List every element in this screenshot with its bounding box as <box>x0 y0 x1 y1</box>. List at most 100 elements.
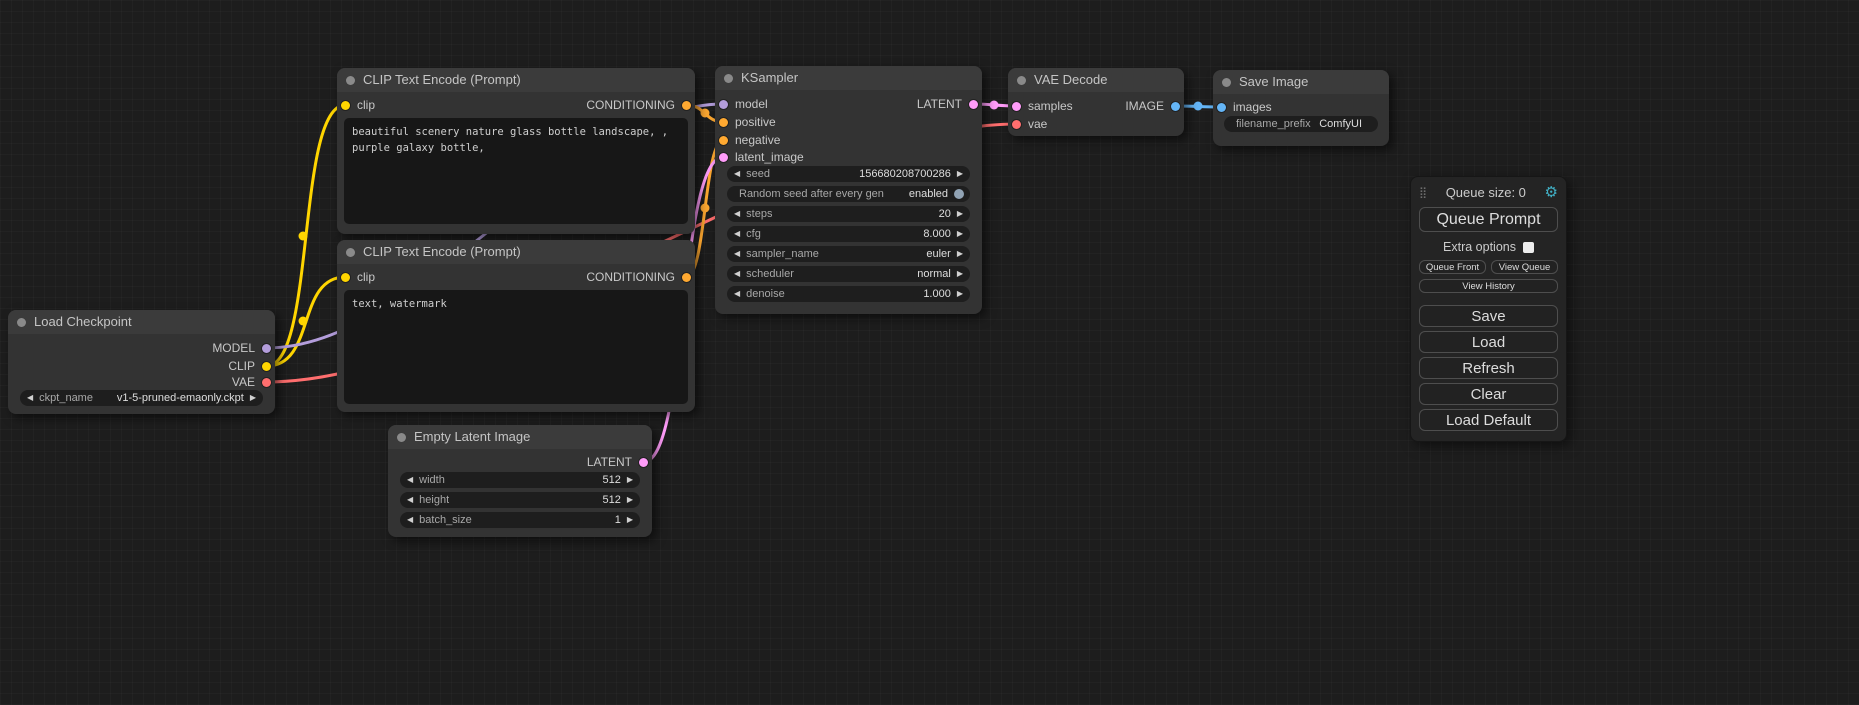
conditioning-slot-dot[interactable] <box>682 101 691 110</box>
node-collapse-dot[interactable] <box>397 433 406 442</box>
increment-arrow-icon[interactable]: ▶ <box>627 496 633 504</box>
widget-random-seed-toggle[interactable]: Random seed after every gen enabled <box>727 186 970 202</box>
node-titlebar[interactable]: CLIP Text Encode (Prompt) <box>337 240 695 264</box>
increment-arrow-icon[interactable]: ▶ <box>627 516 633 524</box>
increment-arrow-icon[interactable]: ▶ <box>957 230 963 238</box>
widget-seed[interactable]: ◀ seed 156680208700286 ▶ <box>727 166 970 182</box>
widget-steps[interactable]: ◀ steps 20 ▶ <box>727 206 970 222</box>
clip-slot-dot[interactable] <box>341 273 350 282</box>
image-slot-dot[interactable] <box>1171 102 1180 111</box>
increment-arrow-icon[interactable]: ▶ <box>957 270 963 278</box>
input-slot-images[interactable]: images <box>1217 100 1272 114</box>
node-collapse-dot[interactable] <box>1017 76 1026 85</box>
input-slot-clip[interactable]: clip <box>341 98 375 112</box>
input-slot-samples[interactable]: samples <box>1012 99 1073 113</box>
output-slot-conditioning[interactable]: CONDITIONING <box>586 270 691 284</box>
input-slot-model[interactable]: model <box>719 97 768 111</box>
node-collapse-dot[interactable] <box>346 76 355 85</box>
input-slot-latent-image[interactable]: latent_image <box>719 150 804 164</box>
view-history-button[interactable]: View History <box>1419 279 1558 293</box>
wire-midpoint-dot[interactable] <box>990 101 999 110</box>
load-button[interactable]: Load <box>1419 331 1558 353</box>
decrement-arrow-icon[interactable]: ◀ <box>407 496 413 504</box>
clip-slot-dot[interactable] <box>341 101 350 110</box>
increment-arrow-icon[interactable]: ▶ <box>250 394 256 402</box>
model-slot-dot[interactable] <box>262 344 271 353</box>
widget-width[interactable]: ◀ width 512 ▶ <box>400 472 640 488</box>
node-collapse-dot[interactable] <box>17 318 26 327</box>
model-slot-dot[interactable] <box>719 100 728 109</box>
increment-arrow-icon[interactable]: ▶ <box>957 210 963 218</box>
output-slot-image[interactable]: IMAGE <box>1125 99 1180 113</box>
widget-denoise[interactable]: ◀ denoise 1.000 ▶ <box>727 286 970 302</box>
output-slot-latent[interactable]: LATENT <box>587 455 648 469</box>
toggle-dot-icon[interactable] <box>954 189 964 199</box>
node-clip-text-encode-positive[interactable]: CLIP Text Encode (Prompt) clip CONDITION… <box>337 68 695 234</box>
increment-arrow-icon[interactable]: ▶ <box>957 290 963 298</box>
conditioning-slot-dot[interactable] <box>682 273 691 282</box>
node-titlebar[interactable]: Save Image <box>1213 70 1389 94</box>
increment-arrow-icon[interactable]: ▶ <box>957 250 963 258</box>
decrement-arrow-icon[interactable]: ◀ <box>734 250 740 258</box>
clear-button[interactable]: Clear <box>1419 383 1558 405</box>
node-collapse-dot[interactable] <box>724 74 733 83</box>
widget-scheduler[interactable]: ◀ scheduler normal ▶ <box>727 266 970 282</box>
node-titlebar[interactable]: CLIP Text Encode (Prompt) <box>337 68 695 92</box>
extra-options-checkbox[interactable] <box>1523 242 1534 253</box>
node-titlebar[interactable]: KSampler <box>715 66 982 90</box>
widget-sampler-name[interactable]: ◀ sampler_name euler ▶ <box>727 246 970 262</box>
queue-prompt-button[interactable]: Queue Prompt <box>1419 207 1558 232</box>
node-titlebar[interactable]: Empty Latent Image <box>388 425 652 449</box>
save-button[interactable]: Save <box>1419 305 1558 327</box>
widget-cfg[interactable]: ◀ cfg 8.000 ▶ <box>727 226 970 242</box>
image-slot-dot[interactable] <box>1217 103 1226 112</box>
wire-midpoint-dot[interactable] <box>701 109 710 118</box>
settings-gear-icon[interactable]: ⚙ <box>1545 183 1558 201</box>
conditioning-slot-dot[interactable] <box>719 118 728 127</box>
increment-arrow-icon[interactable]: ▶ <box>957 170 963 178</box>
output-slot-vae[interactable]: VAE <box>232 375 271 389</box>
refresh-button[interactable]: Refresh <box>1419 357 1558 379</box>
increment-arrow-icon[interactable]: ▶ <box>627 476 633 484</box>
input-slot-negative[interactable]: negative <box>719 133 780 147</box>
decrement-arrow-icon[interactable]: ◀ <box>734 210 740 218</box>
drag-handle-icon[interactable]: ⣿ <box>1419 186 1427 199</box>
clip-slot-dot[interactable] <box>262 362 271 371</box>
decrement-arrow-icon[interactable]: ◀ <box>27 394 33 402</box>
decrement-arrow-icon[interactable]: ◀ <box>734 170 740 178</box>
widget-height[interactable]: ◀ height 512 ▶ <box>400 492 640 508</box>
input-slot-positive[interactable]: positive <box>719 115 776 129</box>
node-titlebar[interactable]: Load Checkpoint <box>8 310 275 334</box>
latent-slot-dot[interactable] <box>639 458 648 467</box>
node-clip-text-encode-negative[interactable]: CLIP Text Encode (Prompt) clip CONDITION… <box>337 240 695 412</box>
output-slot-conditioning[interactable]: CONDITIONING <box>586 98 691 112</box>
widget-ckpt-name[interactable]: ◀ ckpt_name v1-5-pruned-emaonly.ckpt ▶ <box>20 390 263 406</box>
decrement-arrow-icon[interactable]: ◀ <box>734 230 740 238</box>
output-slot-clip[interactable]: CLIP <box>228 359 271 373</box>
widget-batch-size[interactable]: ◀ batch_size 1 ▶ <box>400 512 640 528</box>
wire-midpoint-dot[interactable] <box>299 317 308 326</box>
node-titlebar[interactable]: VAE Decode <box>1008 68 1184 92</box>
load-default-button[interactable]: Load Default <box>1419 409 1558 431</box>
node-load-checkpoint[interactable]: Load Checkpoint MODEL CLIP VAE ◀ ckpt_na… <box>8 310 275 414</box>
decrement-arrow-icon[interactable]: ◀ <box>734 270 740 278</box>
vae-slot-dot[interactable] <box>262 378 271 387</box>
negative-prompt-textarea[interactable]: text, watermark <box>344 290 688 404</box>
node-empty-latent-image[interactable]: Empty Latent Image LATENT ◀ width 512 ▶ … <box>388 425 652 537</box>
node-collapse-dot[interactable] <box>1222 78 1231 87</box>
latent-slot-dot[interactable] <box>1012 102 1021 111</box>
queue-front-button[interactable]: Queue Front <box>1419 260 1486 274</box>
decrement-arrow-icon[interactable]: ◀ <box>407 476 413 484</box>
conditioning-slot-dot[interactable] <box>719 136 728 145</box>
node-vae-decode[interactable]: VAE Decode samples vae IMAGE <box>1008 68 1184 136</box>
decrement-arrow-icon[interactable]: ◀ <box>407 516 413 524</box>
wire-midpoint-dot[interactable] <box>299 232 308 241</box>
latent-slot-dot[interactable] <box>969 100 978 109</box>
vae-slot-dot[interactable] <box>1012 120 1021 129</box>
node-ksampler[interactable]: KSampler model positive negative latent_… <box>715 66 982 314</box>
widget-filename-prefix[interactable]: filename_prefix ComfyUI <box>1224 116 1378 132</box>
view-queue-button[interactable]: View Queue <box>1491 260 1558 274</box>
input-slot-clip[interactable]: clip <box>341 270 375 284</box>
output-slot-model[interactable]: MODEL <box>212 341 271 355</box>
node-save-image[interactable]: Save Image images filename_prefix ComfyU… <box>1213 70 1389 146</box>
